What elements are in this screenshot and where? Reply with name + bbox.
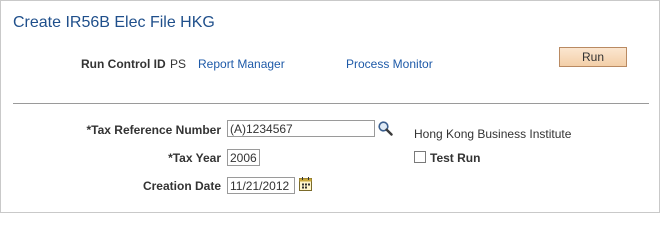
- tax-reference-number-label: *Tax Reference Number: [86, 123, 222, 137]
- process-monitor-link[interactable]: Process Monitor: [346, 57, 433, 71]
- creation-date-input[interactable]: [227, 177, 295, 194]
- tax-year-label: *Tax Year: [168, 151, 221, 165]
- page-title: Create IR56B Elec File HKG: [13, 14, 215, 31]
- test-run-checkbox[interactable]: [414, 151, 426, 163]
- search-icon[interactable]: [377, 120, 393, 136]
- tax-reference-description: Hong Kong Business Institute: [414, 127, 572, 141]
- run-control-id-label: Run Control ID: [81, 57, 166, 71]
- report-manager-link[interactable]: Report Manager: [198, 57, 285, 71]
- test-run-label: Test Run: [430, 151, 481, 165]
- run-control-id-value: PS: [170, 57, 187, 71]
- creation-date-label: Creation Date: [142, 179, 221, 193]
- section-divider: [13, 103, 649, 104]
- tax-year-input[interactable]: [227, 149, 260, 166]
- tax-reference-number-input[interactable]: [227, 120, 375, 137]
- page-frame: Create IR56B Elec File HKG Run Control I…: [0, 0, 660, 213]
- run-button[interactable]: Run: [559, 47, 627, 67]
- calendar-icon[interactable]: [299, 177, 312, 191]
